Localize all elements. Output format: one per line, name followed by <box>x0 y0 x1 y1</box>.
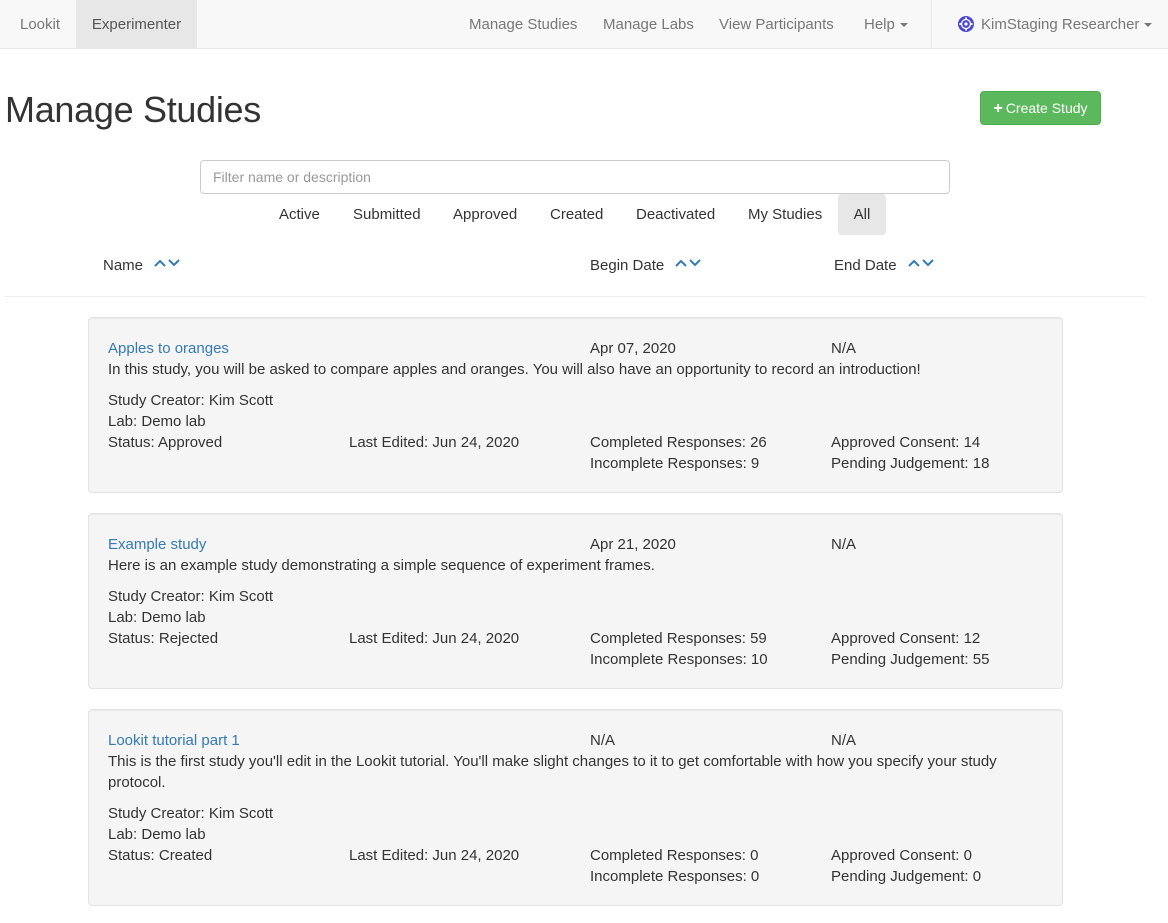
study-end-date: N/A <box>831 732 857 749</box>
study-description: Here is an example study demonstrating a… <box>108 557 655 574</box>
study-name-link[interactable]: Example study <box>108 534 206 555</box>
study-completed-responses: Completed Responses: 0 <box>590 847 759 864</box>
study-lab: Lab: Demo lab <box>108 826 206 843</box>
header-divider <box>5 296 1145 297</box>
study-incomplete-responses: Incomplete Responses: 0 <box>590 868 760 885</box>
study-name-link[interactable]: Lookit tutorial part 1 <box>108 730 240 751</box>
column-header-begin-date: Begin Date <box>590 256 702 276</box>
study-end-date: N/A <box>831 536 857 553</box>
study-creator: Study Creator: Kim Scott <box>108 392 274 409</box>
sort-ascending-icon[interactable] <box>153 254 167 274</box>
column-header-name: Name <box>103 256 181 276</box>
study-approved-consent: Approved Consent: 12 <box>831 630 981 647</box>
study-begin-date: N/A <box>590 732 616 749</box>
study-creator: Study Creator: Kim Scott <box>108 588 274 605</box>
column-header-end-date: End Date <box>834 256 935 276</box>
nav-experimenter[interactable]: Experimenter <box>76 0 197 49</box>
study-begin-date: Apr 07, 2020 <box>590 340 676 357</box>
sort-descending-icon[interactable] <box>921 254 935 274</box>
tab-submitted[interactable]: Submitted <box>337 194 437 235</box>
nav-divider <box>931 0 932 49</box>
column-header-label: Name <box>103 257 144 274</box>
study-card: Example study Apr 21, 2020 N/A Here is a… <box>88 513 1063 689</box>
sort-controls <box>907 254 935 274</box>
tab-approved[interactable]: Approved <box>437 194 533 235</box>
sort-controls <box>153 254 181 274</box>
study-approved-consent: Approved Consent: 14 <box>831 434 981 451</box>
caret-down-icon <box>899 23 908 28</box>
column-header-label: End Date <box>834 257 897 274</box>
tab-created[interactable]: Created <box>534 194 619 235</box>
top-navbar: Lookit Experimenter Manage Studies Manag… <box>0 0 1168 49</box>
user-avatar-icon <box>958 15 974 32</box>
nav-manage-labs[interactable]: Manage Labs <box>603 0 694 49</box>
plus-icon: + <box>993 100 1003 117</box>
study-last-edited: Last Edited: Jun 24, 2020 <box>349 847 520 864</box>
study-creator: Study Creator: Kim Scott <box>108 805 274 822</box>
page-title: Manage Studies <box>5 89 261 130</box>
study-lab: Lab: Demo lab <box>108 413 206 430</box>
study-last-edited: Last Edited: Jun 24, 2020 <box>349 630 520 647</box>
tab-my-studies[interactable]: My Studies <box>732 194 838 235</box>
study-completed-responses: Completed Responses: 26 <box>590 434 767 451</box>
tab-active[interactable]: Active <box>263 194 336 235</box>
study-end-date: N/A <box>831 340 857 357</box>
sort-controls <box>674 254 702 274</box>
study-card: Apples to oranges Apr 07, 2020 N/A In th… <box>88 317 1063 493</box>
study-status: Status: Approved <box>108 434 223 451</box>
study-name-link[interactable]: Apples to oranges <box>108 338 229 359</box>
create-study-label: Create Study <box>1005 100 1088 116</box>
study-description: This is the first study you'll edit in t… <box>108 753 997 791</box>
nav-view-participants[interactable]: View Participants <box>719 0 834 49</box>
sort-descending-icon[interactable] <box>167 254 181 274</box>
user-menu-dropdown[interactable]: KimStaging Researcher <box>957 0 1153 49</box>
study-pending-judgement: Pending Judgement: 55 <box>831 651 990 668</box>
study-last-edited: Last Edited: Jun 24, 2020 <box>349 434 520 451</box>
column-header-label: Begin Date <box>590 257 665 274</box>
caret-down-icon <box>1144 23 1153 28</box>
study-begin-date: Apr 21, 2020 <box>590 536 676 553</box>
study-status: Status: Rejected <box>108 630 219 647</box>
study-pending-judgement: Pending Judgement: 0 <box>831 868 982 885</box>
study-status: Status: Created <box>108 847 213 864</box>
create-study-button[interactable]: + Create Study <box>980 91 1101 125</box>
study-description: In this study, you will be asked to comp… <box>108 361 921 378</box>
filter-input[interactable] <box>200 160 950 194</box>
nav-help-dropdown[interactable]: Help <box>864 0 908 49</box>
tab-all[interactable]: All <box>838 194 886 235</box>
study-card: Lookit tutorial part 1 N/A N/A This is t… <box>88 709 1063 906</box>
sort-ascending-icon[interactable] <box>907 254 921 274</box>
nav-help-label: Help <box>864 16 895 33</box>
study-incomplete-responses: Incomplete Responses: 9 <box>590 455 760 472</box>
study-pending-judgement: Pending Judgement: 18 <box>831 455 990 472</box>
user-name-label: KimStaging Researcher <box>981 16 1140 33</box>
brand-link[interactable]: Lookit <box>0 0 80 49</box>
study-lab: Lab: Demo lab <box>108 609 206 626</box>
sort-descending-icon[interactable] <box>688 254 702 274</box>
sort-ascending-icon[interactable] <box>674 254 688 274</box>
nav-manage-studies[interactable]: Manage Studies <box>469 0 577 49</box>
study-completed-responses: Completed Responses: 59 <box>590 630 767 647</box>
tab-deactivated[interactable]: Deactivated <box>620 194 731 235</box>
study-incomplete-responses: Incomplete Responses: 10 <box>590 651 768 668</box>
study-approved-consent: Approved Consent: 0 <box>831 847 972 864</box>
